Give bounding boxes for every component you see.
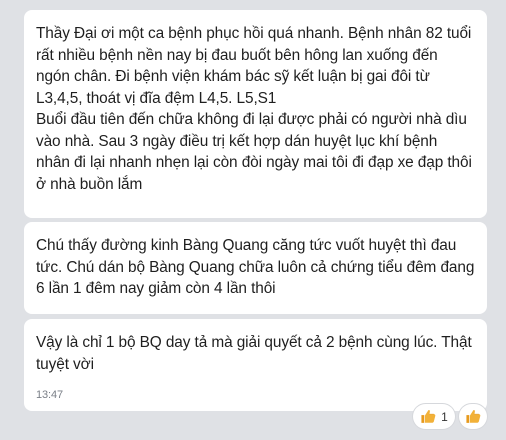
message-bubble[interactable]: Vậy là chỉ 1 bộ BQ day tả mà giải quyết … — [24, 319, 487, 411]
message-text: Thầy Đại ơi một ca bệnh phục hồi quá nha… — [36, 25, 472, 193]
message-timestamp: 13:47 — [36, 389, 64, 401]
reaction-count: 1 — [441, 409, 448, 424]
message-bubble[interactable]: Thầy Đại ơi một ca bệnh phục hồi quá nha… — [24, 10, 487, 218]
thumbs-up-icon — [421, 410, 436, 423]
message-bubble[interactable]: Chú thấy đường kinh Bàng Quang căng tức … — [24, 222, 487, 314]
reaction-count-button[interactable]: 1 — [413, 404, 455, 429]
thumbs-up-icon — [465, 410, 480, 423]
add-reaction-button[interactable] — [459, 404, 487, 429]
message-text: Vậy là chỉ 1 bộ BQ day tả mà giải quyết … — [36, 334, 476, 373]
message-text: Chú thấy đường kinh Bàng Quang căng tức … — [36, 237, 479, 297]
chat-conversation: Thầy Đại ơi một ca bệnh phục hồi quá nha… — [0, 0, 506, 440]
reaction-bar: 1 — [413, 404, 487, 429]
